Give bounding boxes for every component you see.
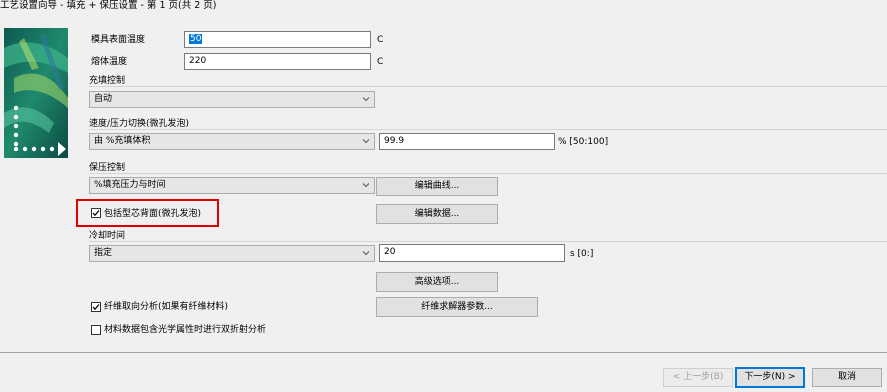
vp-switch-value-field[interactable]: 99.9 xyxy=(379,133,555,150)
wizard-banner-image xyxy=(4,28,68,158)
pack-control-divider xyxy=(89,173,887,174)
chevron-down-icon xyxy=(362,183,370,188)
mold-temp-value: 50 xyxy=(189,34,203,44)
mold-temp-field[interactable]: 50 xyxy=(184,31,371,48)
fill-control-select[interactable]: 自动 xyxy=(89,91,375,108)
cooling-mode-select[interactable]: 指定 xyxy=(89,245,375,262)
pack-control-value: %填充压力与时间 xyxy=(94,180,166,190)
edit-data-button[interactable]: 编辑数据... xyxy=(376,204,498,224)
edit-curve-button[interactable]: 编辑曲线... xyxy=(376,177,498,196)
include-core-label[interactable]: 包括型芯背面(微孔发泡) xyxy=(104,208,201,220)
cancel-button[interactable]: 取消 xyxy=(812,368,882,387)
melt-temp-unit: C xyxy=(377,57,384,67)
cooling-range: s [0:] xyxy=(570,249,594,259)
checkmark-icon xyxy=(92,304,100,311)
pack-control-select[interactable]: %填充压力与时间 xyxy=(89,177,375,194)
vp-switch-divider xyxy=(89,129,887,130)
melt-temp-label: 熔体温度 xyxy=(91,57,128,67)
mold-temp-unit: C xyxy=(377,35,384,45)
vp-switch-mode-value: 由 %充填体积 xyxy=(94,136,151,146)
melt-temp-field[interactable]: 220 xyxy=(184,53,371,70)
mold-temp-label: 模具表面温度 xyxy=(91,35,146,45)
fiber-orient-label[interactable]: 纤维取向分析(如果有纤维材料) xyxy=(104,301,228,313)
footer-separator xyxy=(0,352,887,353)
fill-control-divider xyxy=(89,86,887,87)
advanced-options-button[interactable]: 高级选项... xyxy=(376,272,498,292)
cooling-value-field[interactable]: 20 xyxy=(379,244,565,262)
birefringence-label[interactable]: 材料数据包含光学属性时进行双折射分析 xyxy=(104,324,266,336)
back-button[interactable]: < 上一步(B) xyxy=(663,368,733,387)
cooling-mode-value: 指定 xyxy=(94,248,113,258)
birefringence-checkbox[interactable] xyxy=(91,325,101,335)
include-core-checkbox[interactable] xyxy=(91,208,101,218)
fill-control-value: 自动 xyxy=(94,94,113,104)
chevron-down-icon xyxy=(362,251,370,256)
next-button[interactable]: 下一步(N) > xyxy=(735,367,805,388)
chevron-down-icon xyxy=(362,139,370,144)
vp-switch-range: % [50:100] xyxy=(558,137,609,147)
checkmark-icon xyxy=(92,210,100,217)
fiber-orient-checkbox[interactable] xyxy=(91,302,101,312)
vp-switch-mode-select[interactable]: 由 %充填体积 xyxy=(89,133,375,150)
chevron-down-icon xyxy=(362,97,370,102)
fiber-solver-button[interactable]: 纤维求解器参数... xyxy=(376,297,538,317)
cooling-divider xyxy=(89,241,887,242)
window-title: 工艺设置向导 - 填充 + 保压设置 - 第 1 页(共 2 页) xyxy=(0,0,217,11)
